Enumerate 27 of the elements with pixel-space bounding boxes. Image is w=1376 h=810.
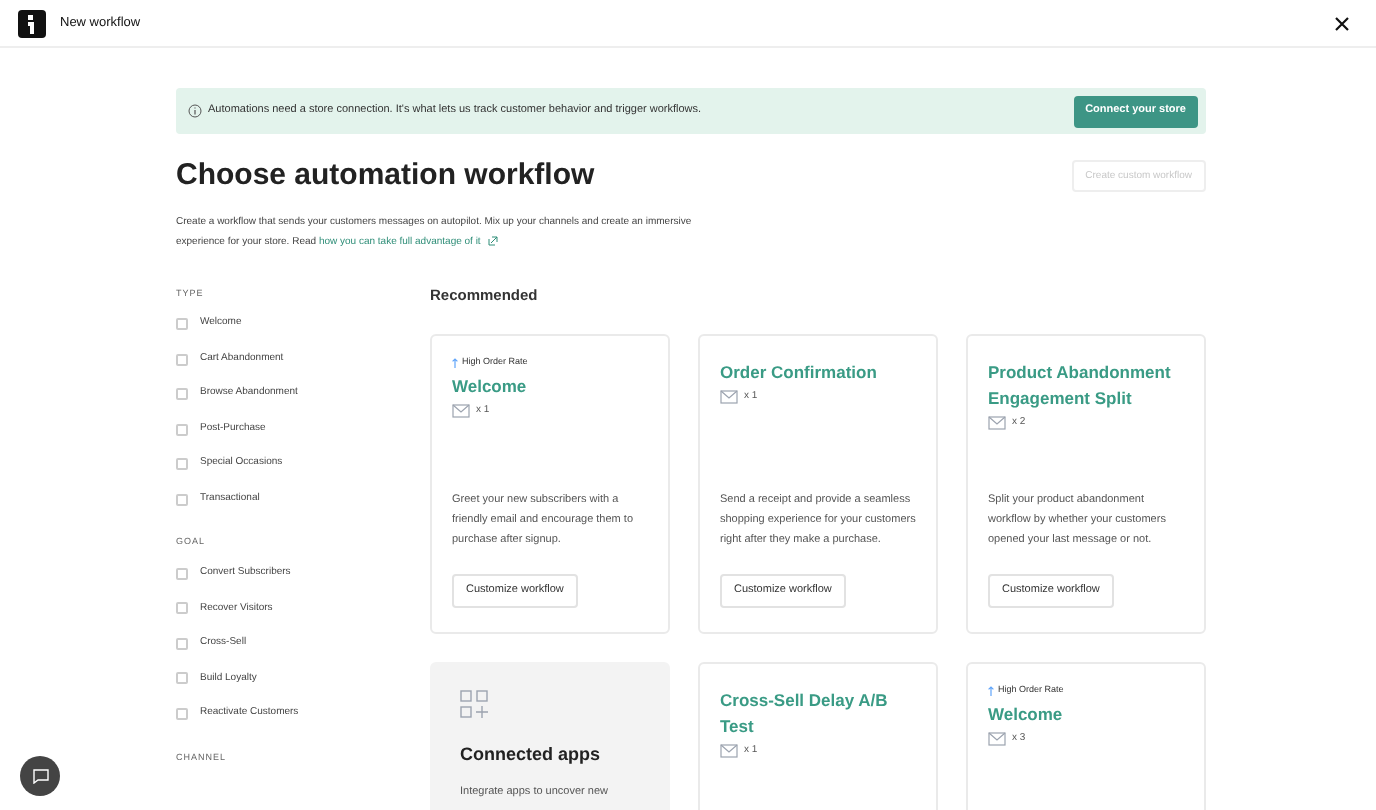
- filter-checkbox[interactable]: [176, 637, 188, 650]
- close-icon[interactable]: [1334, 15, 1350, 31]
- card-title: Connected apps: [460, 741, 601, 768]
- envelope-icon: [720, 744, 738, 758]
- info-icon: [188, 104, 202, 118]
- filter-checkbox[interactable]: [176, 672, 188, 685]
- arrow-up-icon: [988, 685, 994, 696]
- filter-checkbox[interactable]: [176, 493, 188, 505]
- external-link-icon: [488, 235, 499, 246]
- envelope-icon: [720, 390, 738, 404]
- logo-icon: [18, 9, 46, 37]
- page-heading: Choose automation workflow: [176, 156, 595, 196]
- filter-checkbox[interactable]: [176, 567, 188, 580]
- filter-checkbox[interactable]: [176, 388, 188, 400]
- filter-checkbox[interactable]: [176, 353, 188, 365]
- filter-checkbox[interactable]: [176, 318, 188, 330]
- envelope-icon: [988, 416, 1006, 430]
- arrow-up-icon: [452, 357, 458, 368]
- apps-icon: [460, 689, 488, 718]
- filter-checkbox[interactable]: [176, 423, 188, 435]
- filter-checkbox[interactable]: [176, 602, 188, 615]
- envelope-icon: [988, 731, 1006, 746]
- chat-button[interactable]: [20, 756, 60, 796]
- envelope-icon: [452, 403, 470, 418]
- filter-checkbox[interactable]: [176, 458, 188, 470]
- chat-icon: [31, 768, 49, 784]
- filter-checkbox[interactable]: [176, 707, 188, 720]
